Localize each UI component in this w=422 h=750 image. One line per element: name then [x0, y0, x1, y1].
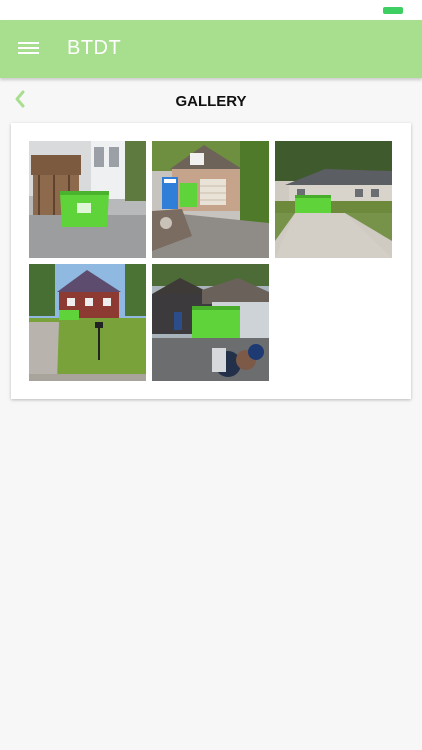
- menu-icon[interactable]: [18, 41, 39, 56]
- gallery-photo[interactable]: [152, 141, 269, 258]
- gallery-photo[interactable]: [29, 141, 146, 258]
- app-title: BTDT: [67, 37, 122, 59]
- gallery-card: [11, 123, 411, 399]
- battery-icon: [383, 7, 403, 14]
- app-bar: BTDT: [0, 20, 422, 78]
- gallery-photo[interactable]: [29, 264, 146, 381]
- gallery-photo[interactable]: [152, 264, 269, 381]
- page-title: GALLERY: [175, 93, 247, 110]
- status-bar: [0, 0, 422, 20]
- gallery-photo[interactable]: [275, 141, 392, 258]
